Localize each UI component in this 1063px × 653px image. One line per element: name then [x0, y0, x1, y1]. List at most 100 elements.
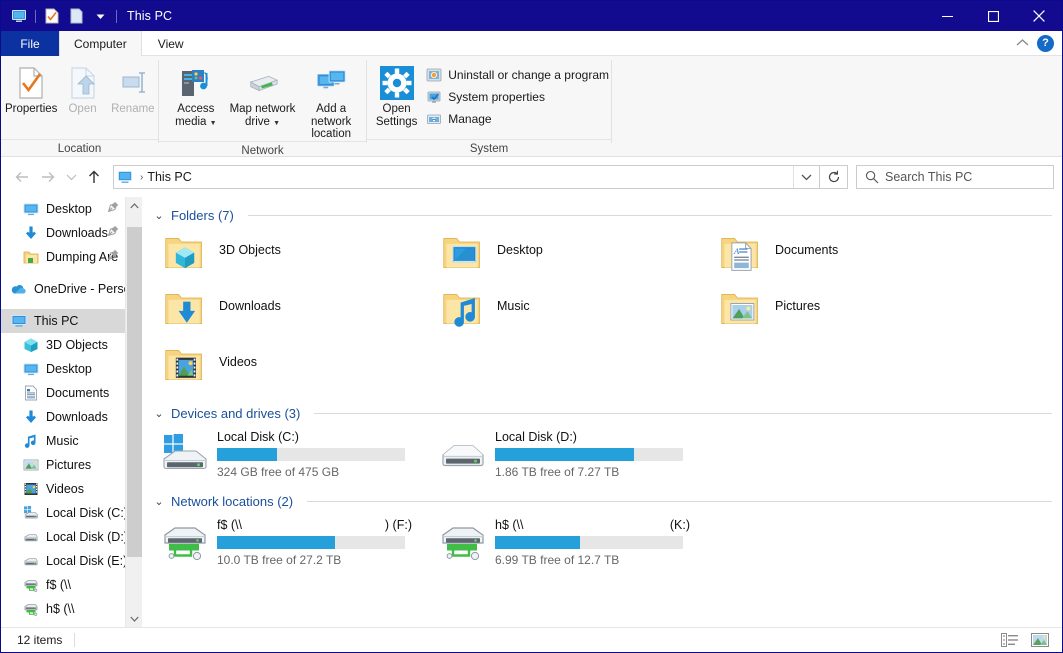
close-button[interactable] [1016, 1, 1062, 31]
sidebar-item-downloads[interactable]: Downloads [1, 405, 125, 429]
folder-tile[interactable]: A Documents [717, 227, 995, 283]
scroll-up-icon[interactable] [126, 197, 142, 214]
drive-tile[interactable]: Local Disk (D:) 1.86 TB free of 7.27 TB [439, 425, 717, 483]
sidebar-item-3d-objects[interactable]: 3D Objects [1, 333, 125, 357]
sidebar-item-label: Downloads [46, 226, 108, 240]
chevron-down-icon-network[interactable]: ⌄ [153, 495, 165, 508]
folder-videos-icon [161, 341, 209, 389]
section-header-drives[interactable]: ⌄ Devices and drives (3) [151, 401, 1062, 425]
pin-icon[interactable] [107, 201, 119, 215]
sidebar-item-local-disk-d[interactable]: Local Disk (D:) [1, 525, 125, 549]
open-button[interactable]: Open [57, 62, 107, 116]
sidebar-item-f[interactable]: f$ (\\ [1, 573, 125, 597]
file-explorer-window: This PC File Computer View ? Properties … [0, 0, 1063, 653]
recent-locations-icon[interactable] [61, 164, 81, 190]
folder-name: Pictures [775, 299, 821, 313]
section-header-folders[interactable]: ⌄ Folders (7) [151, 203, 1062, 227]
this-pc-icon[interactable] [7, 5, 31, 27]
folder-downloads-icon [161, 285, 209, 333]
details-view-icon[interactable] [1000, 631, 1020, 649]
rename-icon [116, 66, 150, 100]
folder-tile[interactable]: 3D Objects [161, 227, 439, 283]
tab-file[interactable]: File [1, 31, 59, 56]
chevron-down-icon-drives[interactable]: ⌄ [153, 407, 165, 420]
system-properties-item[interactable]: System properties [424, 86, 611, 108]
scroll-down-icon[interactable] [126, 610, 142, 627]
refresh-button[interactable] [820, 165, 848, 189]
sidebar-item-desktop[interactable]: Desktop [1, 357, 125, 381]
add-network-location-button[interactable]: Add a network location [296, 62, 366, 141]
folder-music-icon [439, 285, 487, 333]
rename-button[interactable]: Rename [108, 62, 158, 116]
folder-tile[interactable]: Music [439, 283, 717, 339]
breadcrumb[interactable]: This PC [147, 170, 191, 184]
folder-tile[interactable]: Pictures [717, 283, 995, 339]
capacity-bar [217, 448, 405, 461]
collapse-ribbon-icon[interactable] [1016, 36, 1029, 50]
tab-computer[interactable]: Computer [59, 31, 142, 56]
large-icons-view-icon[interactable] [1030, 631, 1050, 649]
map-network-drive-button[interactable]: Map network drive ▼ [229, 62, 297, 130]
folder-tile[interactable]: Downloads [161, 283, 439, 339]
manage-item[interactable]: Manage [424, 108, 611, 130]
add-network-location-label: Add a network location [311, 103, 352, 140]
pin-icon[interactable] [107, 249, 119, 263]
sidebar-item-downloads[interactable]: Downloads [1, 221, 125, 245]
svg-text:A: A [733, 247, 740, 256]
maximize-button[interactable] [970, 1, 1016, 31]
folder-tile[interactable]: Videos [161, 339, 439, 395]
chevron-down-icon-folders[interactable]: ⌄ [153, 209, 165, 222]
drive-free-space: 324 GB free of 475 GB [217, 465, 340, 479]
add-network-location-icon [314, 66, 348, 100]
sidebar-item-dumping-are[interactable]: Dumping Are [1, 245, 125, 269]
minimize-button[interactable] [924, 1, 970, 31]
drive-tile[interactable]: h$ (\\ (K:) 6.99 TB free of 12.7 TB [439, 513, 717, 571]
sidebar-item-pictures[interactable]: Pictures [1, 453, 125, 477]
search-input[interactable]: Search This PC [856, 165, 1054, 189]
properties-button[interactable]: Properties [5, 62, 57, 116]
help-icon[interactable]: ? [1037, 34, 1054, 52]
folder-name: Music [497, 299, 530, 313]
sidebar-item-music[interactable]: Music [1, 429, 125, 453]
ribbon-group-label-location: Location [1, 139, 158, 157]
address-dropdown-icon[interactable] [793, 166, 819, 188]
forward-arrow-icon[interactable] [35, 164, 61, 190]
sidebar-item-local-disk-c[interactable]: Local Disk (C:) [1, 501, 125, 525]
customize-dropdown-icon[interactable] [88, 5, 112, 27]
nav-scrollbar[interactable] [125, 197, 142, 627]
sidebar-item-documents[interactable]: Documents [1, 381, 125, 405]
drive-tile[interactable]: f$ (\\) (F:) 10.0 TB free of 27.2 TB [161, 513, 439, 571]
open-settings-button[interactable]: Open Settings [375, 62, 418, 128]
drive-name: f$ (\\) (F:) [217, 518, 412, 532]
folder-desktop-icon [439, 229, 487, 277]
drive-tile[interactable]: Local Disk (C:) 324 GB free of 475 GB [161, 425, 439, 483]
sidebar-item-videos[interactable]: Videos [1, 477, 125, 501]
tab-view[interactable]: View [142, 31, 200, 56]
network-locations-grid: f$ (\\) (F:) 10.0 TB free of 27.2 TB h$ (\… [151, 513, 1062, 571]
uninstall-program-item[interactable]: Uninstall or change a program [424, 64, 611, 86]
ribbon-group-label-network: Network [159, 140, 366, 159]
folder-tile[interactable]: Desktop [439, 227, 717, 283]
sidebar-item-local-disk-e[interactable]: Local Disk (E:) [1, 549, 125, 573]
address-input[interactable]: › This PC [113, 165, 820, 189]
system-properties-icon [426, 89, 442, 105]
access-media-button[interactable]: Access media ▼ [163, 62, 229, 130]
section-header-network[interactable]: ⌄ Network locations (2) [151, 489, 1062, 513]
capacity-bar [217, 536, 405, 549]
sidebar-item-onedrive-person[interactable]: OneDrive - Person [1, 277, 125, 301]
sidebar-item-label: Videos [46, 482, 84, 496]
sidebar-item-label: Local Disk (E:) [46, 554, 125, 568]
breadcrumb-separator: › [140, 171, 144, 183]
nav-scrollbar-thumb[interactable] [127, 227, 142, 557]
sidebar-item-this-pc[interactable]: This PC [1, 309, 125, 333]
new-folder-icon[interactable] [64, 5, 88, 27]
sidebar-item-h[interactable]: h$ (\\ [1, 597, 125, 621]
properties-icon[interactable] [40, 5, 64, 27]
pin-icon[interactable] [107, 225, 119, 239]
sidebar-item-label: OneDrive - Person [34, 282, 125, 296]
ribbon-group-network: Access media ▼ Map network drive ▼ Add a… [159, 56, 366, 157]
up-arrow-icon[interactable] [81, 164, 107, 190]
back-arrow-icon[interactable] [9, 164, 35, 190]
sidebar-item-desktop[interactable]: Desktop [1, 197, 125, 221]
item-count: 12 items [17, 633, 63, 647]
